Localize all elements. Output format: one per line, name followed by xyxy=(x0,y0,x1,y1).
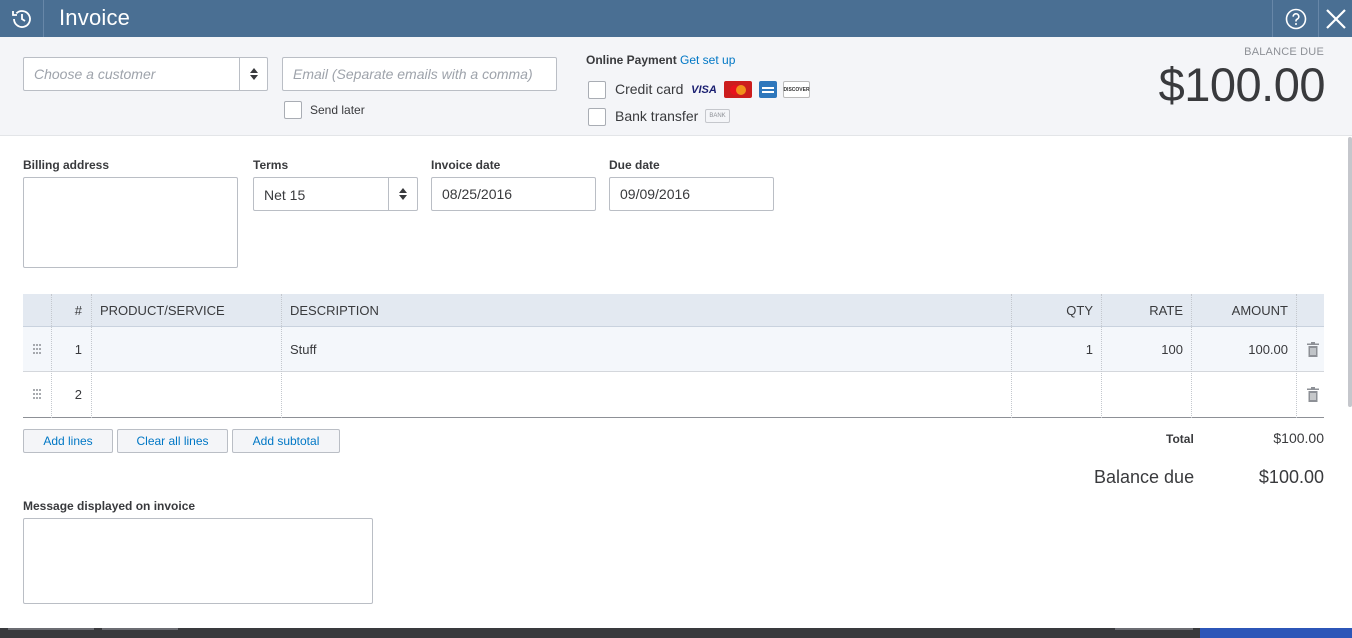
total-value: $100.00 xyxy=(1273,430,1324,446)
page-title: Invoice xyxy=(59,5,131,30)
bank-transfer-label: Bank transfer xyxy=(615,108,699,124)
recurring-clock-icon[interactable] xyxy=(0,0,44,37)
row-number: 2 xyxy=(74,387,82,402)
row-number: 1 xyxy=(74,342,82,357)
terms-value: Net 15 xyxy=(264,187,306,203)
column-divider xyxy=(281,294,282,418)
col-amount-header: AMOUNT xyxy=(1231,303,1288,318)
row-description[interactable] xyxy=(290,372,1000,417)
col-num-header: # xyxy=(74,303,82,318)
trash-icon[interactable] xyxy=(1307,387,1319,402)
billing-address-field[interactable] xyxy=(23,177,238,268)
balance-due-footer-label: Balance due xyxy=(1094,467,1195,487)
invoice-header: Invoice xyxy=(0,0,1352,37)
col-qty-header: QTY xyxy=(1066,303,1093,318)
drag-handle-icon[interactable] xyxy=(32,388,42,400)
drag-handle-icon[interactable] xyxy=(32,343,42,355)
col-description-header: DESCRIPTION xyxy=(290,303,379,318)
row-rate[interactable]: 100 xyxy=(1101,327,1183,372)
message-label: Message displayed on invoice xyxy=(23,499,196,513)
add-subtotal-button[interactable]: Add subtotal xyxy=(232,429,340,453)
select-arrows-icon[interactable] xyxy=(239,57,268,91)
column-divider xyxy=(51,294,52,418)
trash-icon[interactable] xyxy=(1307,342,1319,357)
customer-input[interactable] xyxy=(23,57,268,91)
save-and-send-button-edge[interactable] xyxy=(1200,628,1352,638)
send-later-checkbox[interactable] xyxy=(284,101,302,119)
table-header: # PRODUCT/SERVICE DESCRIPTION QTY RATE A… xyxy=(23,294,1324,327)
total-label: Total xyxy=(1166,432,1194,446)
footer-button-edge[interactable] xyxy=(102,628,178,630)
select-arrows-icon[interactable] xyxy=(388,178,417,210)
table-row[interactable]: 2 xyxy=(23,372,1324,418)
due-date-label: Due date xyxy=(609,158,660,172)
row-product[interactable] xyxy=(100,372,280,417)
col-product-header: PRODUCT/SERVICE xyxy=(100,303,225,318)
footer-button-edge[interactable] xyxy=(8,628,94,630)
help-circle-icon[interactable] xyxy=(1272,0,1318,37)
visa-icon: VISA xyxy=(691,83,717,96)
discover-icon: DISCOVER xyxy=(783,81,810,98)
get-set-up-link[interactable]: Get set up xyxy=(680,53,735,67)
balance-due-amount: $100.00 xyxy=(1158,58,1326,111)
column-divider xyxy=(91,294,92,418)
column-divider xyxy=(1011,294,1012,418)
row-rate[interactable] xyxy=(1101,372,1183,417)
col-rate-header: RATE xyxy=(1149,303,1183,318)
credit-card-checkbox[interactable] xyxy=(588,81,606,99)
invoice-date-input[interactable] xyxy=(431,177,596,211)
email-input[interactable] xyxy=(282,57,557,91)
credit-card-label: Credit card xyxy=(615,81,684,97)
terms-label: Terms xyxy=(253,158,289,172)
row-qty[interactable]: 1 xyxy=(1011,327,1093,372)
amex-icon xyxy=(759,81,777,98)
column-divider xyxy=(1296,294,1297,418)
clear-all-lines-button[interactable]: Clear all lines xyxy=(117,429,228,453)
close-icon[interactable] xyxy=(1318,0,1352,37)
customer-select[interactable] xyxy=(23,57,268,91)
due-date-input[interactable] xyxy=(609,177,774,211)
bank-icon: BANK xyxy=(705,109,730,123)
row-product[interactable] xyxy=(100,327,280,372)
table-row[interactable]: 1 Stuff 1 100 100.00 xyxy=(23,327,1324,372)
row-amount[interactable]: 100.00 xyxy=(1191,327,1288,372)
footer-button-edge[interactable] xyxy=(1115,628,1193,630)
billing-address-label: Billing address xyxy=(23,158,110,172)
balance-due-footer-value: $100.00 xyxy=(1258,467,1324,487)
add-lines-button[interactable]: Add lines xyxy=(23,429,113,453)
bank-transfer-checkbox[interactable] xyxy=(588,108,606,126)
terms-select[interactable]: Net 15 xyxy=(253,177,418,211)
row-amount[interactable] xyxy=(1191,372,1288,417)
mastercard-icon xyxy=(724,81,752,98)
column-divider xyxy=(1191,294,1192,418)
column-divider xyxy=(1101,294,1102,418)
invoice-date-label: Invoice date xyxy=(431,158,501,172)
message-field[interactable] xyxy=(23,518,373,604)
scrollbar[interactable] xyxy=(1348,137,1352,407)
row-description[interactable]: Stuff xyxy=(290,327,1000,372)
send-later-label: Send later xyxy=(310,103,365,117)
row-qty[interactable] xyxy=(1011,372,1093,417)
online-payment-title: Online Payment xyxy=(586,53,677,67)
